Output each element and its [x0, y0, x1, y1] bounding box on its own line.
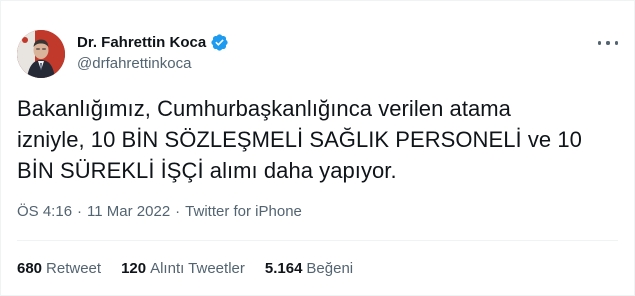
tweet-date[interactable]: 11 Mar 2022	[87, 203, 170, 220]
tweet-meta: ÖS 4:16 · 11 Mar 2022 · Twitter for iPho…	[17, 203, 302, 220]
tweet-stats: 680 Retweet 120 Alıntı Tweetler 5.164 Be…	[17, 260, 373, 277]
verified-badge-icon	[210, 33, 229, 52]
meta-separator: ·	[175, 203, 181, 220]
tweet-source[interactable]: Twitter for iPhone	[185, 203, 302, 220]
likes-count: 5.164	[264, 260, 303, 277]
likes-stat[interactable]: 5.164 Beğeni	[265, 260, 353, 277]
author-names: Dr. Fahrettin Koca @drfahrettinkoca	[77, 32, 229, 72]
dot	[606, 41, 610, 45]
quotes-count: 120	[121, 260, 147, 277]
likes-label: Beğeni	[306, 260, 354, 277]
tweet-text: Bakanlığımız, Cumhurbaşkanlığınca verile…	[17, 93, 617, 186]
more-options-icon[interactable]	[598, 37, 618, 49]
display-name-row: Dr. Fahrettin Koca	[77, 32, 229, 52]
dot	[598, 41, 602, 45]
quotes-label: Alıntı Tweetler	[150, 260, 245, 277]
tweet-text-line: Bakanlığımız, Cumhurbaşkanlığınca verile…	[17, 96, 511, 121]
tweet-text-line: BİN SÜREKLİ İŞÇİ alımı daha yapıyor.	[17, 158, 397, 183]
tweet-time[interactable]: ÖS 4:16	[17, 203, 72, 220]
avatar-photo-icon	[17, 30, 65, 78]
retweets-stat[interactable]: 680 Retweet	[17, 260, 101, 277]
retweets-count: 680	[17, 260, 43, 277]
dot	[614, 41, 618, 45]
divider	[17, 240, 618, 241]
meta-separator: ·	[77, 203, 83, 220]
tweet-card: Dr. Fahrettin Koca @drfahrettinkoca Baka…	[0, 0, 635, 296]
display-name[interactable]: Dr. Fahrettin Koca	[77, 34, 206, 51]
retweets-label: Retweet	[46, 260, 102, 277]
avatar[interactable]	[17, 30, 65, 78]
quotes-stat[interactable]: 120 Alıntı Tweetler	[121, 260, 245, 277]
tweet-text-line: izniyle, 10 BİN SÖZLEŞMELİ SAĞLIK PERSON…	[17, 127, 582, 152]
author-handle[interactable]: @drfahrettinkoca	[77, 55, 229, 72]
tweet-header: Dr. Fahrettin Koca @drfahrettinkoca	[17, 30, 229, 78]
